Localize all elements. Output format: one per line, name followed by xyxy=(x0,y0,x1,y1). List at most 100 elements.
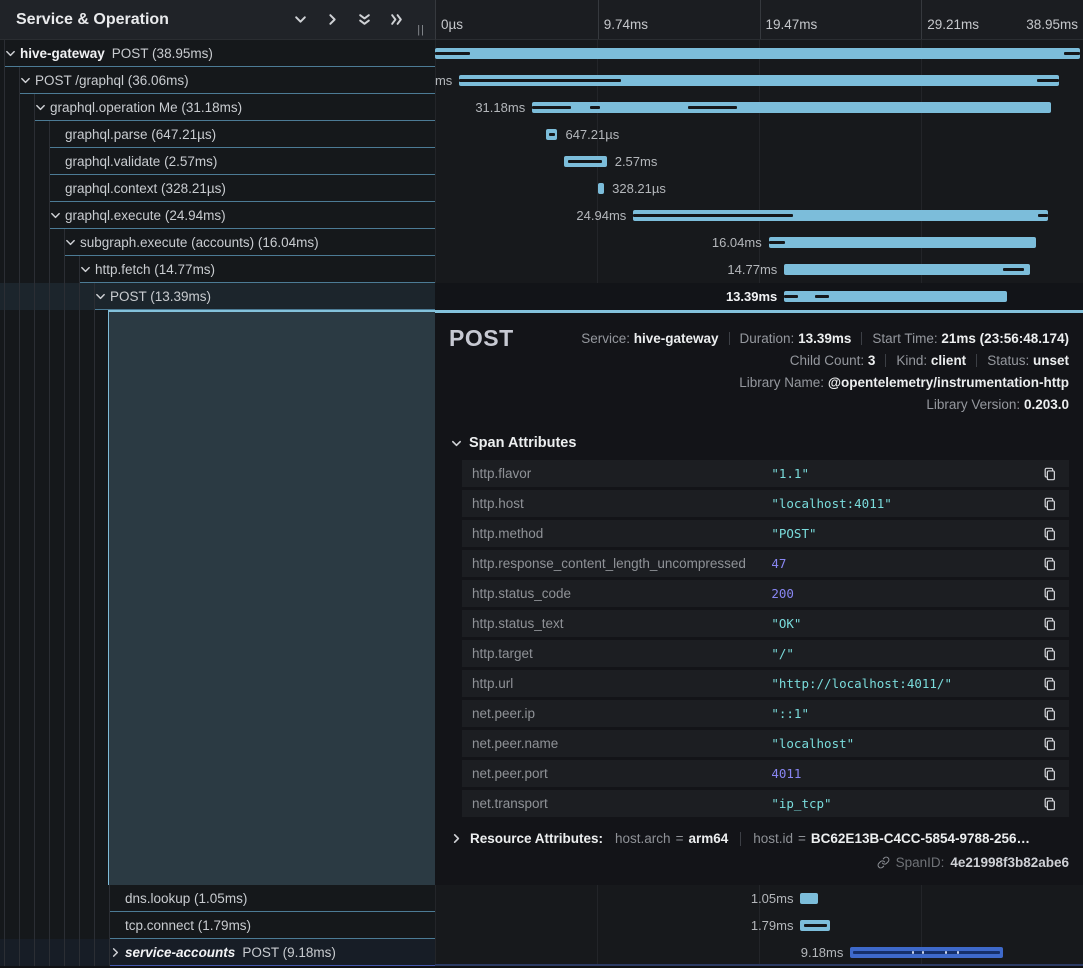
span-label: POST (13.39ms) xyxy=(110,289,211,304)
copy-icon[interactable] xyxy=(1041,585,1059,603)
span-duration-bar[interactable] xyxy=(598,183,604,194)
copy-icon[interactable] xyxy=(1041,555,1059,573)
span-duration-bar[interactable] xyxy=(800,893,817,904)
panel-title: Service & Operation xyxy=(16,11,169,29)
tree-row[interactable]: service-accountsPOST (9.18ms) xyxy=(0,939,435,966)
chevron-down-icon[interactable] xyxy=(5,40,19,66)
child-span-marker xyxy=(853,951,1000,954)
tree-row[interactable]: http.fetch (14.77ms) xyxy=(0,256,435,283)
duration-label: 328.21µs xyxy=(612,175,666,202)
timeline-row[interactable]: 1.05ms xyxy=(435,885,1083,912)
expand-one-icon[interactable] xyxy=(323,11,341,29)
span-duration-bar[interactable] xyxy=(564,156,607,167)
copy-icon[interactable] xyxy=(1041,735,1059,753)
tree-row[interactable]: subgraph.execute (accounts) (16.04ms) xyxy=(0,229,435,256)
tree-row[interactable]: graphql.execute (24.94ms) xyxy=(0,202,435,229)
attribute-row: net.peer.name"localhost" xyxy=(462,730,1069,757)
tree-row[interactable]: graphql.parse (647.21µs) xyxy=(0,121,435,148)
span-duration-bar[interactable] xyxy=(784,291,1007,302)
tick-label: 9.74ms xyxy=(604,17,648,32)
copy-icon[interactable] xyxy=(1041,495,1059,513)
tick-label: 19.47ms xyxy=(766,17,818,32)
copy-icon[interactable] xyxy=(1041,795,1059,813)
chevron-right-icon[interactable] xyxy=(110,939,124,965)
timeline-row[interactable]: 36.06ms xyxy=(435,67,1083,94)
span-duration-bar[interactable] xyxy=(633,210,1048,221)
copy-icon[interactable] xyxy=(1041,645,1059,663)
copy-icon[interactable] xyxy=(1041,465,1059,483)
timeline-row[interactable]: 16.04ms xyxy=(435,229,1083,256)
section-title: Span Attributes xyxy=(469,435,576,451)
meta-value: 13.39ms xyxy=(798,331,851,346)
resource-attributes-row[interactable]: Resource Attributes: host.arch=arm64 hos… xyxy=(451,831,1069,846)
duration-label: 24.94ms xyxy=(576,202,626,229)
span-duration-bar[interactable] xyxy=(769,237,1036,248)
span-label: http.fetch (14.77ms) xyxy=(95,262,215,277)
timeline-row[interactable]: 2.57ms xyxy=(435,148,1083,175)
attribute-key: http.method xyxy=(472,526,771,541)
collapse-all-icon[interactable] xyxy=(355,11,373,29)
span-duration-bar[interactable] xyxy=(784,264,1030,275)
child-span-marker xyxy=(1037,79,1060,82)
attribute-key: http.flavor xyxy=(472,466,771,481)
meta-value: @opentelemetry/instrumentation-http xyxy=(828,375,1069,390)
expand-all-icon[interactable] xyxy=(387,11,405,29)
span-duration-bar[interactable] xyxy=(546,129,557,140)
span-duration-bar[interactable] xyxy=(532,102,1050,113)
timeline-row[interactable]: 1.79ms xyxy=(435,912,1083,939)
duration-label: 647.21µs xyxy=(565,121,619,148)
chevron-down-icon[interactable] xyxy=(20,67,34,93)
child-span-marker xyxy=(633,214,793,217)
tree-row[interactable]: POST /graphql (36.06ms) xyxy=(0,67,435,94)
timeline-row[interactable]: 24.94ms xyxy=(435,202,1083,229)
tree-row[interactable]: hive-gatewayPOST (38.95ms) xyxy=(0,40,435,67)
trace-viewer: Service & Operation || 0µs 9.74ms 19.47m… xyxy=(0,0,1083,968)
meta-value: 0.203.0 xyxy=(1024,397,1069,412)
timeline-row-selected[interactable]: 13.39ms xyxy=(435,283,1083,310)
panel-resize-handle[interactable]: || xyxy=(411,24,427,39)
timeline-row[interactable]: 31.18ms xyxy=(435,94,1083,121)
chevron-down-icon[interactable] xyxy=(65,229,79,255)
timeline-row[interactable]: 328.21µs xyxy=(435,175,1083,202)
timeline-row[interactable] xyxy=(435,40,1083,67)
child-span-marker xyxy=(784,295,797,298)
tree-row[interactable]: dns.lookup (1.05ms) xyxy=(0,885,435,912)
attribute-key: http.status_code xyxy=(472,586,771,601)
link-icon[interactable] xyxy=(877,856,890,869)
span-duration-bar[interactable] xyxy=(850,947,1003,958)
chevron-down-icon[interactable] xyxy=(35,94,49,120)
tree-row-selected[interactable]: POST (13.39ms) xyxy=(0,283,435,310)
meta-label: Library Name: xyxy=(739,375,824,390)
timeline-row[interactable]: 9.18ms xyxy=(435,939,1083,966)
chevron-down-icon[interactable] xyxy=(80,256,94,282)
attribute-value: "/" xyxy=(771,646,1041,661)
attribute-row: http.target"/" xyxy=(462,640,1069,667)
span-id-label: SpanID: xyxy=(896,855,945,870)
timeline-row[interactable]: 647.21µs xyxy=(435,121,1083,148)
timeline-row[interactable]: 14.77ms xyxy=(435,256,1083,283)
collapse-one-icon[interactable] xyxy=(291,11,309,29)
duration-label: 2.57ms xyxy=(615,148,658,175)
resource-value: BC62E13B-C4CC-5854-9788-256… xyxy=(811,831,1030,846)
tree-row[interactable]: graphql.context (328.21µs) xyxy=(0,175,435,202)
span-duration-bar[interactable] xyxy=(459,75,1059,86)
meta-label: Status: xyxy=(987,353,1029,368)
copy-icon[interactable] xyxy=(1041,765,1059,783)
tree-row[interactable]: graphql.operation Me (31.18ms) xyxy=(0,94,435,121)
child-span-marker xyxy=(1064,52,1080,55)
attribute-value: "http://localhost:4011/" xyxy=(771,676,1041,691)
copy-icon[interactable] xyxy=(1041,615,1059,633)
gridline xyxy=(921,0,922,39)
attribute-value: "localhost:4011" xyxy=(771,496,1041,511)
chevron-down-icon[interactable] xyxy=(50,202,64,228)
copy-icon[interactable] xyxy=(1041,675,1059,693)
span-attributes-toggle[interactable]: Span Attributes xyxy=(451,435,1069,451)
span-duration-bar[interactable] xyxy=(435,48,1080,59)
copy-icon[interactable] xyxy=(1041,525,1059,543)
tree-row[interactable]: tcp.connect (1.79ms) xyxy=(0,912,435,939)
equals-sign: = xyxy=(798,831,806,846)
copy-icon[interactable] xyxy=(1041,705,1059,723)
chevron-down-icon[interactable] xyxy=(95,283,109,309)
tree-row[interactable]: graphql.validate (2.57ms) xyxy=(0,148,435,175)
span-duration-bar[interactable] xyxy=(800,920,830,931)
